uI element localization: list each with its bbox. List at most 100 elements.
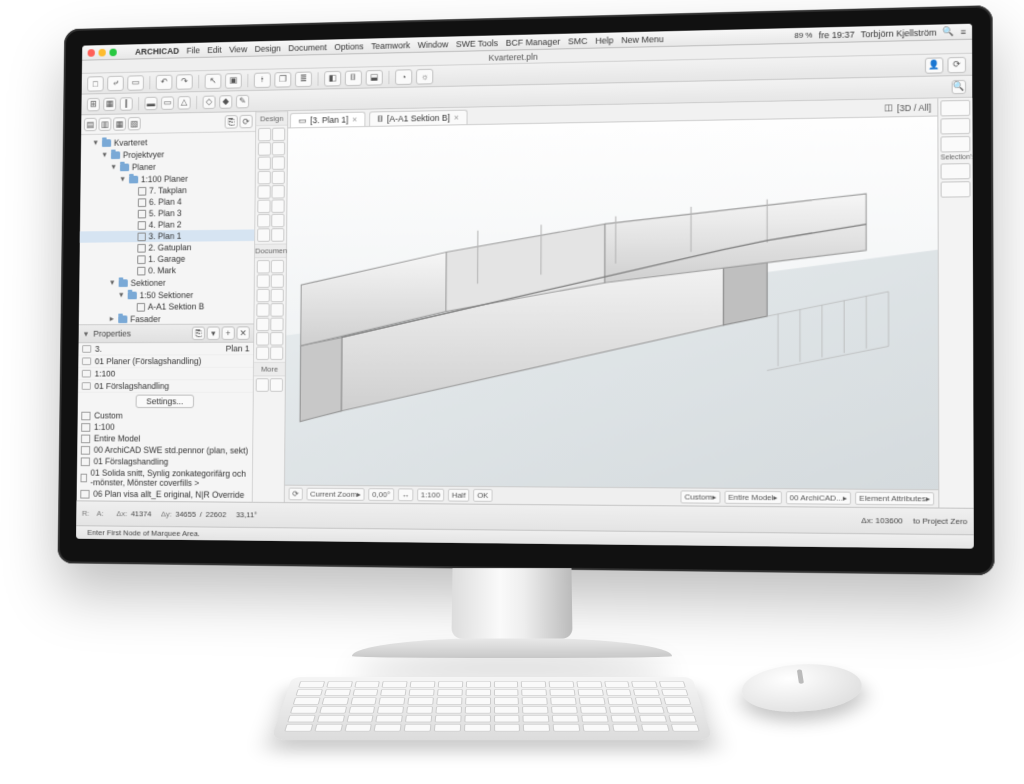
toolbox-group-document[interactable]: Document [255, 243, 286, 258]
menu-smc[interactable]: SMC [568, 36, 588, 46]
menu-teamwork[interactable]: Teamwork [371, 40, 410, 51]
battery-indicator[interactable]: 89 % [794, 31, 812, 40]
menubar-clock[interactable]: fre 19:37 [819, 29, 855, 40]
menu-edit[interactable]: Edit [207, 45, 221, 55]
opt-row[interactable]: 01 Solida snitt, Synlig zonkategorifärg … [77, 467, 252, 489]
tool-pick-icon[interactable]: ↖ [205, 73, 222, 89]
tool-label-icon[interactable] [271, 274, 284, 288]
grid-toggle-icon[interactable]: ▦ [103, 97, 116, 110]
palette-manager-icon[interactable] [941, 163, 971, 180]
tool-layers-icon[interactable]: ≣ [295, 71, 312, 87]
settings-button[interactable]: Settings... [136, 395, 194, 408]
qb-entire[interactable]: Entire Model ▸ [724, 491, 781, 504]
tool-elev-mark-icon[interactable] [256, 332, 269, 346]
tool-section-icon[interactable]: ⌷ [345, 70, 362, 86]
tool-save-icon[interactable]: ▭ [127, 75, 144, 90]
palette-info-icon[interactable] [940, 100, 970, 117]
tool-level-icon[interactable] [271, 260, 284, 274]
qb-zoom-label[interactable]: Current Zoom ▸ [306, 488, 364, 501]
tool-stair-icon[interactable] [258, 171, 271, 185]
toolbox-group-design[interactable]: Design [256, 111, 287, 126]
tool-text-icon[interactable] [257, 274, 270, 288]
prop-row[interactable]: 01 Förslagshandling [78, 380, 253, 393]
tool-3d-icon[interactable]: ◧ [324, 70, 341, 86]
nav-layout-book-icon[interactable]: ▦ [113, 117, 126, 130]
tool-redo-icon[interactable]: ↷ [176, 74, 193, 90]
nav-clone-icon[interactable]: ⎘ [225, 115, 238, 129]
prop-save-icon[interactable]: ▾ [207, 327, 220, 340]
opt-row[interactable]: Entire Model [77, 433, 252, 445]
nav-publisher-icon[interactable]: ▧ [128, 117, 141, 130]
tool-change-icon[interactable] [256, 347, 269, 361]
tool-drawing-icon[interactable] [256, 318, 269, 332]
prop-id-row[interactable]: 3. Plan 1 [78, 343, 253, 356]
guide-toggle-icon[interactable]: ∥ [120, 97, 133, 110]
tool-open-icon[interactable]: ⤶ [107, 75, 124, 90]
nav-refresh-icon[interactable]: ⟳ [239, 115, 252, 129]
status-to-zero[interactable]: to Project Zero [913, 516, 967, 526]
tool-render-icon[interactable]: ◔ [395, 69, 412, 85]
qb-scale[interactable]: 1:100 [417, 489, 444, 502]
menu-bcf-manager[interactable]: BCF Manager [506, 36, 560, 47]
qb-custom[interactable]: Custom ▸ [681, 490, 721, 503]
nav-project-map-icon[interactable]: ▤ [84, 118, 97, 131]
menu-window[interactable]: Window [418, 39, 449, 49]
tool-column-icon[interactable] [272, 142, 285, 156]
tool-window-icon[interactable] [258, 142, 271, 156]
opt-row[interactable]: 1:100 [77, 421, 252, 433]
roof-tool-icon[interactable]: △ [178, 96, 191, 110]
tool-object-icon[interactable] [257, 214, 270, 228]
view-tab-section[interactable]: ⌷[A-A1 Sektion B]× [369, 110, 467, 126]
tool-arc-icon[interactable] [256, 303, 269, 317]
qb-refresh-icon[interactable]: ⟳ [289, 488, 303, 501]
tool-door-icon[interactable] [272, 128, 285, 142]
tool-team-icon[interactable]: 👤 [925, 57, 943, 73]
tool-hotspot-icon[interactable] [256, 378, 269, 391]
slab-tool-icon[interactable]: ▭ [161, 96, 174, 110]
tree-sektioner[interactable]: ▾Sektioner [79, 275, 254, 289]
snap-toggle-icon[interactable]: ⊞ [87, 97, 100, 110]
tool-zone-icon[interactable] [271, 214, 284, 228]
menu-swe-tools[interactable]: SWE Tools [456, 38, 498, 49]
opt-row[interactable]: 00 ArchiCAD SWE std.pennor (plan, sekt) [77, 444, 252, 456]
tool-marquee-icon[interactable]: ▣ [225, 73, 242, 89]
tool-skylight-icon[interactable] [271, 185, 284, 199]
tool-undo-icon[interactable]: ↶ [156, 74, 173, 90]
tool-curtain-icon[interactable] [257, 200, 270, 214]
properties-header[interactable]: ▾Properties ⎘ ▾ + ✕ [79, 323, 254, 343]
close-tab-icon[interactable]: × [352, 115, 357, 125]
prop-row[interactable]: 1:100 [78, 368, 253, 381]
override-icon[interactable]: ◆ [219, 95, 232, 109]
tree-sektion[interactable]: A-A1 Sektion B [79, 300, 254, 312]
qb-layers[interactable]: 00 ArchiCAD... ▸ [786, 491, 852, 505]
window-traffic-lights[interactable] [88, 48, 117, 56]
view-tab-plan[interactable]: ▭[3. Plan 1]× [290, 112, 366, 128]
palette-trace-icon[interactable] [941, 181, 971, 197]
palette-favorites-icon[interactable] [940, 118, 970, 135]
opt-row[interactable]: 01 Förslagshandling [77, 456, 252, 468]
menu-design[interactable]: Design [255, 43, 281, 53]
qb-ok[interactable]: OK [473, 489, 492, 502]
notifications-icon[interactable]: ≡ [960, 26, 965, 36]
tool-detail-icon[interactable] [270, 332, 283, 346]
view-3d-button[interactable]: ◫[3D / All] [878, 98, 937, 116]
tool-sync-icon[interactable]: ⟳ [947, 56, 966, 72]
toolbox-group-more[interactable]: More [254, 362, 285, 376]
penset-icon[interactable]: ✎ [236, 94, 249, 108]
opt-row[interactable]: Custom [78, 410, 253, 422]
tree-sektioner-group[interactable]: ▾1:50 Sektioner [79, 288, 254, 302]
close-tab-icon[interactable]: × [454, 113, 459, 123]
tool-dim-icon[interactable] [257, 260, 270, 274]
close-icon[interactable] [88, 49, 95, 57]
wall-tool-icon[interactable]: ▬ [144, 96, 157, 110]
palette-selection-icon[interactable] [940, 136, 970, 153]
tool-measure-icon[interactable]: ⟊ [254, 72, 271, 88]
menu-options[interactable]: Options [334, 41, 363, 51]
qb-attrs[interactable]: Element Attributes ▸ [855, 492, 934, 506]
menu-view[interactable]: View [229, 44, 247, 54]
tool-sun-icon[interactable]: ☼ [416, 68, 433, 84]
qb-arrow-icon[interactable]: ↔ [398, 488, 413, 501]
prop-row[interactable]: 01 Planer (Förslagshandling) [78, 355, 253, 368]
tool-morph-icon[interactable] [271, 199, 284, 213]
tool-mesh-icon[interactable] [257, 228, 270, 242]
